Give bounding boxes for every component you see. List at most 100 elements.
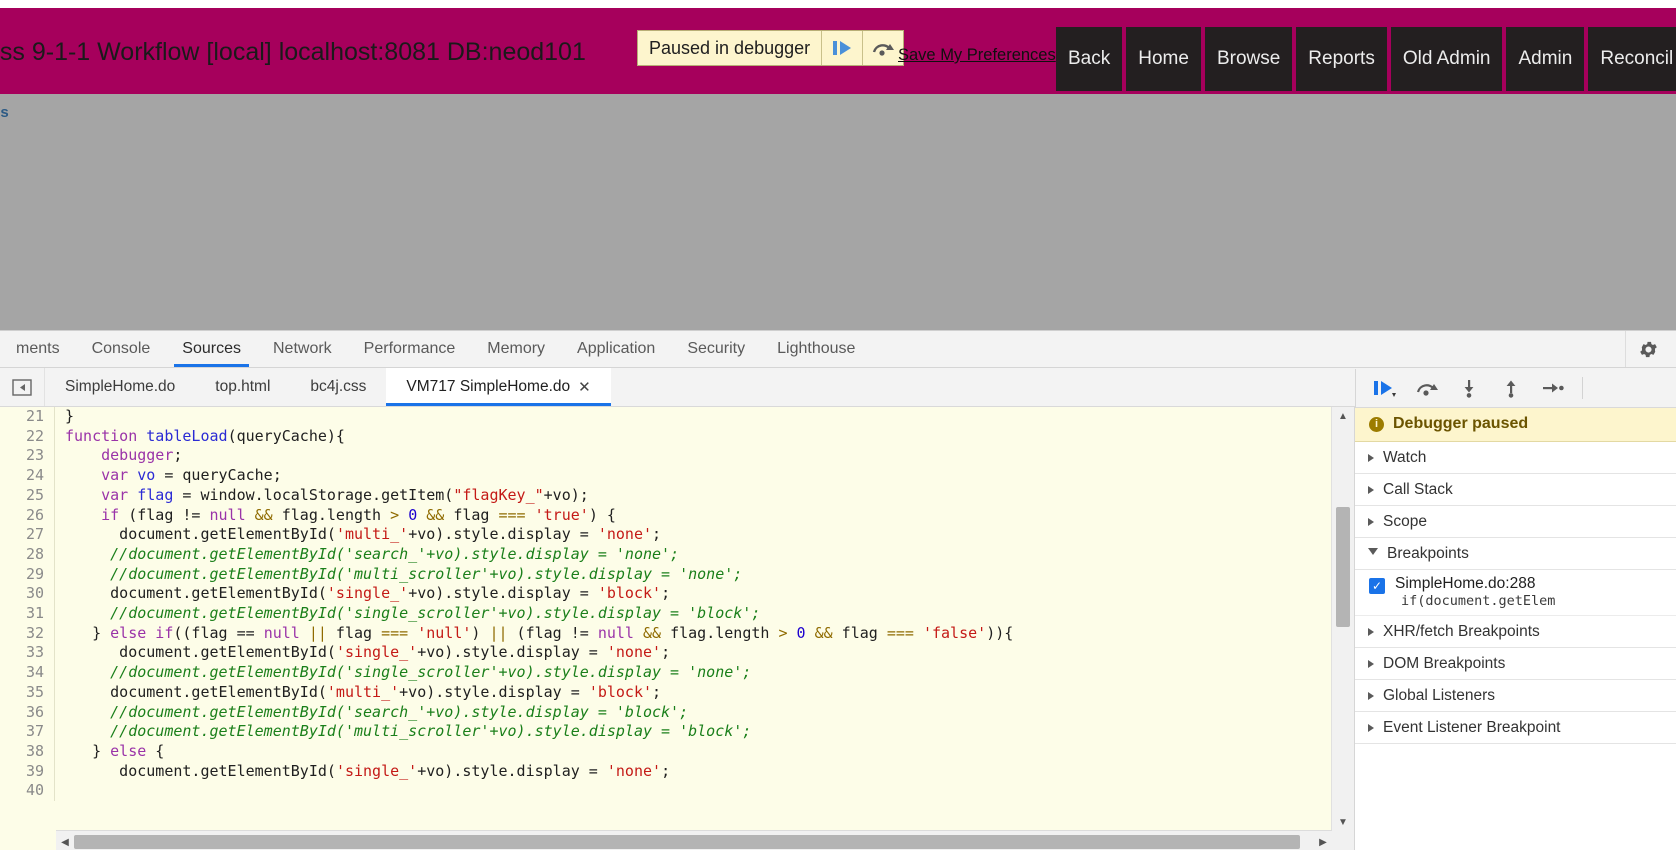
line-number[interactable]: 22: [0, 426, 55, 447]
scroll-up-icon[interactable]: ▲: [1332, 407, 1354, 425]
code-text[interactable]: //document.getElementById('single_scroll…: [55, 663, 1014, 683]
code-text[interactable]: } else if((flag == null || flag === 'nul…: [55, 623, 1013, 644]
code-text[interactable]: document.getElementById('single_'+vo).st…: [55, 584, 1014, 604]
save-my-preferences-link[interactable]: Save My Preferences: [898, 46, 1056, 65]
resume-script-icon[interactable]: [1366, 373, 1404, 403]
close-icon[interactable]: ✕: [578, 378, 591, 396]
code-text[interactable]: document.getElementById('multi_'+vo).sty…: [55, 525, 1014, 545]
code-text[interactable]: //document.getElementById('search_'+vo).…: [55, 703, 1014, 723]
line-number[interactable]: 38: [0, 741, 55, 762]
tab-application[interactable]: Application: [561, 331, 671, 367]
section-xhr-fetch-breakpoints[interactable]: XHR/fetch Breakpoints: [1355, 616, 1676, 648]
code-text[interactable]: document.getElementById('multi_'+vo).sty…: [55, 683, 1014, 703]
section-breakpoints[interactable]: Breakpoints: [1355, 538, 1676, 570]
file-tab-bc4j-css[interactable]: bc4j.css: [290, 368, 387, 406]
horizontal-scroll-thumb[interactable]: [74, 835, 1300, 849]
tab-sources[interactable]: Sources: [166, 331, 257, 367]
code-text[interactable]: debugger;: [55, 446, 1014, 466]
code-text[interactable]: var flag = window.localStorage.getItem("…: [55, 486, 1014, 506]
line-number[interactable]: 28: [0, 544, 55, 565]
line-number[interactable]: 37: [0, 722, 55, 742]
scroll-right-icon[interactable]: ▶: [1314, 837, 1332, 848]
code-text[interactable]: //document.getElementById('multi_scrolle…: [55, 722, 1014, 742]
tab-network[interactable]: Network: [257, 331, 348, 367]
sources-editor-area: 21} 22 function tableLoad(queryCache){23 d…: [0, 369, 1676, 850]
scroll-down-icon[interactable]: ▼: [1332, 813, 1354, 831]
app-body-link[interactable]: ons: [0, 104, 9, 121]
file-tab-top-html[interactable]: top.html: [195, 368, 291, 406]
tab-lighthouse[interactable]: Lighthouse: [761, 331, 871, 367]
line-number[interactable]: 26: [0, 505, 55, 526]
line-number[interactable]: 27: [0, 525, 55, 545]
line-number[interactable]: 21: [0, 407, 55, 427]
nav-button-home[interactable]: Home: [1126, 27, 1201, 91]
section-label: DOM Breakpoints: [1383, 654, 1506, 672]
nav-button-admin[interactable]: Admin: [1506, 27, 1585, 91]
line-number[interactable]: 36: [0, 702, 55, 723]
code-text[interactable]: if (flag != null && flag.length > 0 && f…: [55, 506, 1014, 526]
line-number[interactable]: 29: [0, 564, 55, 585]
code-text[interactable]: //document.getElementById('multi_scrolle…: [55, 565, 1014, 585]
line-number[interactable]: 35: [0, 682, 55, 703]
nav-button-back[interactable]: Back: [1056, 27, 1123, 91]
nav-button-old-admin[interactable]: Old Admin: [1390, 27, 1503, 91]
code-token: {: [146, 741, 165, 760]
tab-performance[interactable]: Performance: [348, 331, 472, 367]
tab-elements[interactable]: ments: [0, 331, 76, 367]
breakpoint-location: SimpleHome.do:288: [1395, 575, 1536, 592]
code-token: 'none': [606, 643, 662, 662]
line-number[interactable]: 33: [0, 643, 55, 664]
code-text[interactable]: //document.getElementById('search_'+vo).…: [55, 545, 1014, 565]
step-into-icon[interactable]: [1450, 373, 1488, 403]
line-number[interactable]: 30: [0, 584, 55, 605]
editor-horizontal-scrollbar[interactable]: ◀ ▶: [56, 830, 1332, 850]
line-number[interactable]: 31: [0, 604, 55, 624]
code-token: ||: [489, 623, 508, 642]
vertical-scroll-thumb[interactable]: [1336, 507, 1350, 627]
nav-button-reports[interactable]: Reports: [1296, 27, 1387, 91]
code-text[interactable]: function tableLoad(queryCache){: [55, 427, 1014, 447]
tab-security[interactable]: Security: [671, 331, 761, 367]
code-text[interactable]: //document.getElementById('single_scroll…: [55, 604, 1014, 624]
code-editor[interactable]: 21} 22 function tableLoad(queryCache){23 d…: [0, 407, 1354, 850]
gear-icon[interactable]: [1625, 331, 1670, 367]
line-number[interactable]: 39: [0, 761, 55, 782]
code-text[interactable]: var vo = queryCache;: [55, 466, 1014, 486]
line-number[interactable]: 40: [0, 781, 55, 802]
code-text[interactable]: document.getElementById('single_'+vo).st…: [55, 762, 1014, 782]
breakpoint-checkbox[interactable]: ✓: [1369, 578, 1385, 594]
line-number[interactable]: 23: [0, 446, 55, 467]
resume-script-icon[interactable]: [821, 31, 862, 65]
section-dom-breakpoints[interactable]: DOM Breakpoints: [1355, 648, 1676, 680]
file-tab-simplehome-do[interactable]: SimpleHome.do: [45, 368, 196, 406]
code-token: null: [263, 623, 300, 642]
line-number[interactable]: 25: [0, 485, 55, 506]
line-number[interactable]: 24: [0, 466, 55, 486]
section-global-listeners[interactable]: Global Listeners: [1355, 680, 1676, 712]
line-number[interactable]: 32: [0, 623, 55, 644]
step-icon[interactable]: [1534, 373, 1572, 403]
code-text[interactable]: [55, 781, 1014, 801]
editor-vertical-scrollbar[interactable]: ▲ ▼: [1331, 407, 1354, 831]
code-text[interactable]: } else {: [55, 742, 1014, 762]
nav-button-browse[interactable]: Browse: [1204, 27, 1293, 91]
section-watch[interactable]: Watch: [1355, 442, 1676, 474]
line-number[interactable]: 34: [0, 663, 55, 683]
scroll-left-icon[interactable]: ◀: [56, 837, 74, 848]
code-text[interactable]: document.getElementById('single_'+vo).st…: [55, 643, 1014, 663]
tab-console[interactable]: Console: [76, 331, 167, 367]
section-event-listener-breakpoints[interactable]: Event Listener Breakpoint: [1355, 712, 1676, 744]
show-navigator-icon[interactable]: [0, 368, 45, 406]
step-out-icon[interactable]: [1492, 373, 1530, 403]
code-line: 35 document.getElementById('multi_'+vo).…: [0, 682, 1014, 703]
breakpoint-list-item[interactable]: ✓ SimpleHome.do:288 if(document.getElem: [1355, 570, 1676, 616]
code-text[interactable]: }: [55, 407, 1014, 427]
section-call-stack[interactable]: Call Stack: [1355, 474, 1676, 506]
nav-button-reconcile[interactable]: Reconcil: [1588, 27, 1676, 91]
step-over-icon[interactable]: [862, 31, 903, 65]
section-scope[interactable]: Scope: [1355, 506, 1676, 538]
tab-memory[interactable]: Memory: [471, 331, 561, 367]
step-over-icon[interactable]: [1408, 373, 1446, 403]
file-tab-vm717-simplehome-do[interactable]: VM717 SimpleHome.do ✕: [386, 368, 611, 406]
